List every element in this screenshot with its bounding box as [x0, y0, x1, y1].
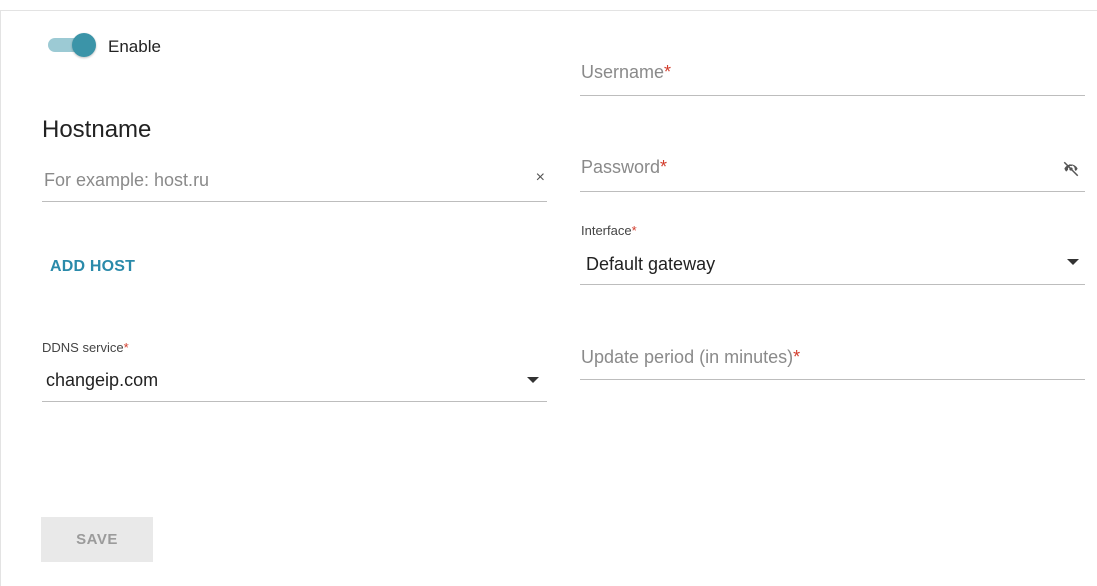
toggle-knob	[72, 33, 96, 57]
update-period-field[interactable]: Update period (in minutes)*	[580, 338, 1085, 380]
password-label: Password*	[581, 157, 667, 178]
ddns-service-value: changeip.com	[46, 370, 159, 390]
password-label-text: Password	[581, 157, 661, 177]
panel-left-border	[0, 10, 1, 586]
hostname-title: Hostname	[42, 116, 152, 143]
chevron-down-icon	[1067, 259, 1079, 265]
interface-label: Interface*	[581, 223, 637, 238]
eye-off-icon[interactable]	[1061, 160, 1081, 178]
required-mark: *	[123, 340, 129, 355]
required-mark: *	[631, 223, 637, 238]
ddns-service-label-text: DDNS service	[42, 340, 124, 355]
update-period-label: Update period (in minutes)*	[581, 347, 800, 368]
username-label: Username*	[581, 62, 671, 83]
ddns-service-label: DDNS service*	[42, 340, 129, 355]
add-host-button[interactable]: ADD HOST	[50, 258, 135, 276]
hostname-field: ×	[42, 160, 547, 202]
interface-select[interactable]: Default gateway	[580, 242, 1085, 285]
ddns-service-select[interactable]: changeip.com	[42, 360, 547, 402]
username-field[interactable]: Username*	[580, 52, 1085, 96]
interface-value: Default gateway	[586, 254, 716, 274]
interface-label-text: Interface	[581, 223, 632, 238]
save-button[interactable]: SAVE	[41, 517, 153, 562]
required-mark: *	[793, 347, 801, 367]
hostname-input[interactable]	[44, 170, 514, 191]
password-field[interactable]: Password*	[580, 148, 1085, 192]
required-mark: *	[660, 157, 668, 177]
enable-toggle[interactable]	[46, 32, 98, 58]
panel-top-border	[0, 10, 1097, 11]
update-period-label-text: Update period (in minutes)	[581, 347, 794, 367]
username-label-text: Username	[581, 62, 665, 82]
clear-icon[interactable]: ×	[536, 169, 545, 187]
required-mark: *	[664, 62, 672, 82]
chevron-down-icon	[527, 377, 539, 383]
enable-toggle-label: Enable	[108, 37, 161, 56]
